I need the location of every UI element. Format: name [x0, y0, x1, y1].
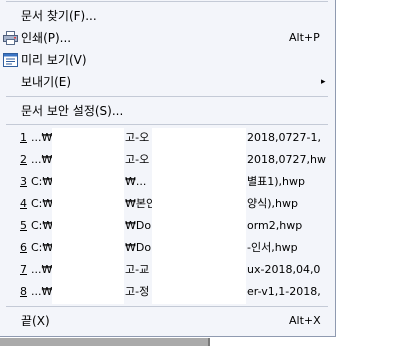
recent-file-path-prefix: ...₩ [31, 153, 53, 166]
file-menu: 문서 찾기(F)... 인쇄(P)... Alt+P 미리 보기(V) 보내기(… [0, 0, 336, 337]
menu-item-exit[interactable]: 끝(X) Alt+X [0, 311, 334, 331]
shortcut-text: Alt+P [289, 31, 320, 44]
menu-item-label: 문서 보안 설정(S)... [21, 104, 124, 118]
recent-file-path-prefix: C:₩ [31, 175, 54, 188]
recent-file-path-middle: 고-정 [125, 285, 150, 298]
shortcut-text: Alt+X [289, 314, 321, 327]
recent-file-path-middle: ₩Do [125, 241, 152, 254]
background-strip [0, 338, 399, 346]
recent-file-path-tail: 양식),hwp [247, 197, 298, 210]
recent-file-path-prefix: C:₩ [31, 219, 54, 232]
menu-item-send[interactable]: 보내기(E) ▸ [0, 72, 334, 92]
recent-file-number: 3 [20, 175, 27, 188]
menu-separator [6, 96, 328, 97]
menu-item-document-security[interactable]: 문서 보안 설정(S)... [0, 101, 334, 121]
recent-file-path-tail: er-v1,1-2018, [247, 285, 321, 298]
menu-item-preview[interactable]: 미리 보기(V) [0, 50, 334, 70]
recent-file-path-prefix: ...₩ [31, 285, 53, 298]
menu-item-print[interactable]: 인쇄(P)... Alt+P [0, 28, 334, 48]
printer-icon [3, 31, 18, 45]
recent-file-path-middle: 고-교 [125, 263, 150, 276]
redaction-block [152, 128, 246, 304]
recent-file-path-middle: 고-오 [125, 131, 150, 144]
recent-file-number: 2 [20, 153, 27, 166]
submenu-arrow-icon: ▸ [321, 77, 326, 87]
recent-file-path-tail: 2018,0727-1, [247, 131, 321, 144]
recent-file-path-tail: -인서,hwp [247, 241, 298, 254]
menu-item-label: 끝(X) [21, 314, 50, 328]
recent-file-path-prefix: C:₩ [31, 197, 54, 210]
menu-separator [6, 1, 328, 2]
recent-file-number: 1 [20, 131, 27, 144]
background-panel [0, 338, 208, 346]
recent-file-path-middle: ₩... [125, 175, 147, 188]
recent-file-path-middle: ₩Do [125, 219, 152, 232]
menu-separator [6, 124, 328, 125]
recent-file-path-prefix: ...₩ [31, 131, 53, 144]
redaction-block [52, 128, 124, 304]
recent-file-number: 6 [20, 241, 27, 254]
background-panel-edge [208, 338, 210, 346]
menu-item-label: 미리 보기(V) [21, 53, 87, 67]
menu-item-label: 보내기(E) [21, 75, 72, 89]
recent-file-path-tail: 2018,0727,hw [247, 153, 326, 166]
menu-separator [6, 306, 328, 307]
recent-file-number: 5 [20, 219, 27, 232]
recent-file-path-middle: 고-오 [125, 153, 150, 166]
recent-file-path-tail: ux-2018,04,0 [247, 263, 321, 276]
preview-window-icon [3, 53, 18, 67]
recent-file-number: 7 [20, 263, 27, 276]
menu-item-label: 문서 찾기(F)... [21, 9, 97, 23]
recent-file-path-tail: orm2,hwp [247, 219, 303, 232]
recent-file-path-prefix: C:₩ [31, 241, 54, 254]
recent-file-number: 8 [20, 285, 27, 298]
recent-file-path-tail: 별표1),hwp [247, 175, 305, 188]
recent-file-path-prefix: ...₩ [31, 263, 53, 276]
recent-file-number: 4 [20, 197, 27, 210]
menu-item-find-document[interactable]: 문서 찾기(F)... [0, 6, 334, 26]
menu-item-label: 인쇄(P)... [21, 31, 72, 45]
